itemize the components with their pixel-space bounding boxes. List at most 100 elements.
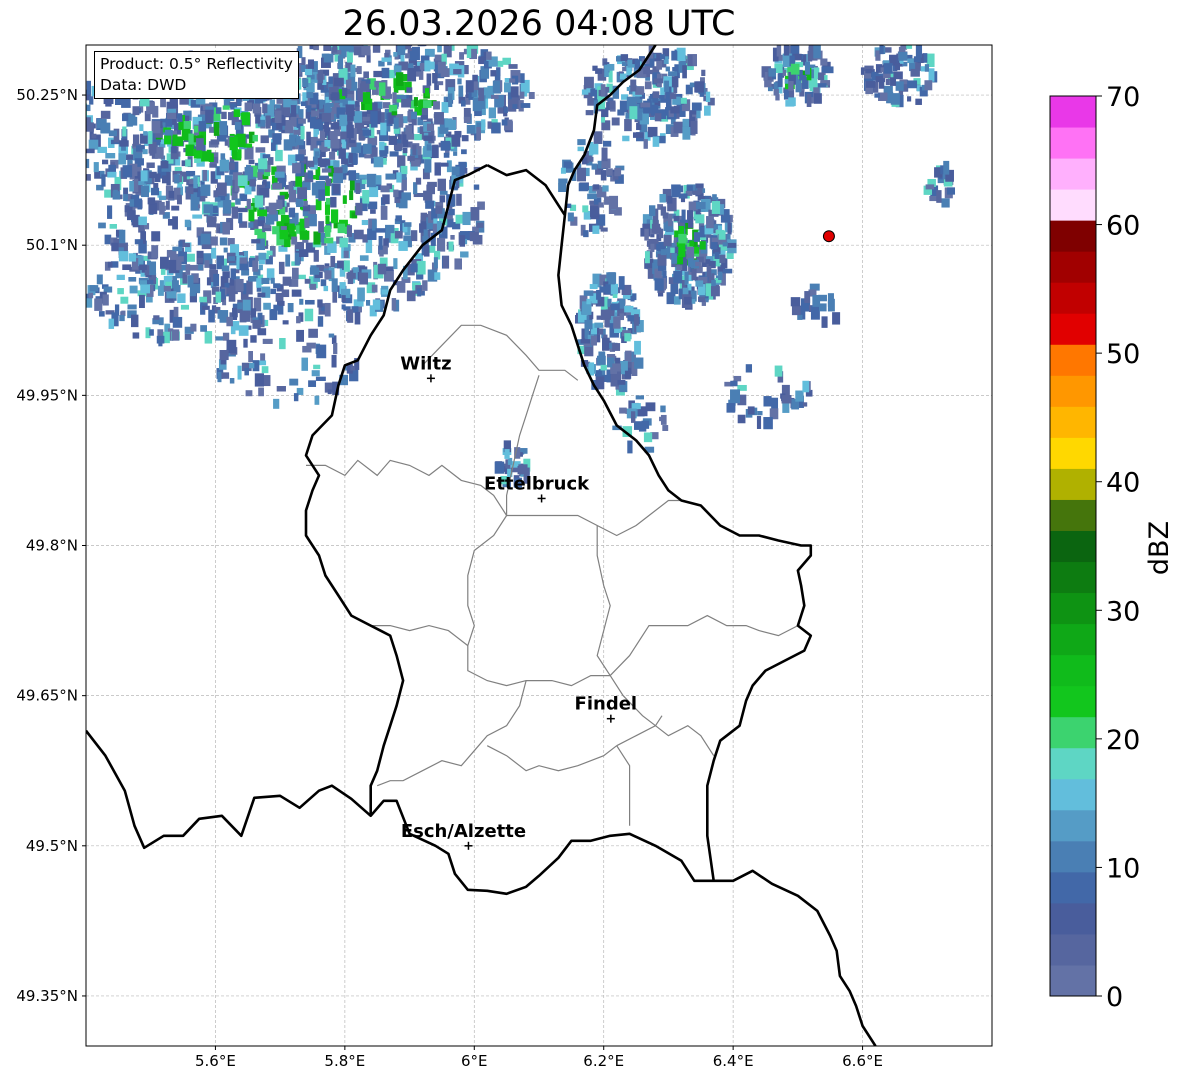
echo-cell xyxy=(296,329,305,342)
echo-cell xyxy=(268,202,277,215)
echo-cell xyxy=(248,159,255,165)
echo-cell xyxy=(299,230,310,240)
echo-cell xyxy=(345,104,355,117)
echo-cell xyxy=(119,140,129,147)
echo-cell xyxy=(101,174,106,187)
echo-cell xyxy=(810,306,820,320)
echo-cell xyxy=(222,222,230,235)
echo-cell xyxy=(235,278,244,292)
echo-cell xyxy=(248,222,254,228)
echo-cell xyxy=(883,85,893,93)
echo-cell xyxy=(128,277,137,282)
echo-cell xyxy=(246,280,253,295)
echo-cell xyxy=(422,280,428,291)
echo-cell xyxy=(695,280,704,287)
echo-cell xyxy=(503,107,508,113)
echo-cell xyxy=(318,221,324,233)
echo-cell xyxy=(114,304,120,316)
colorbar-segment xyxy=(1050,964,1096,997)
echo-cell xyxy=(120,296,129,304)
echo-cell xyxy=(330,255,336,268)
echo-cell xyxy=(333,77,344,87)
echo-cell xyxy=(61,122,67,133)
echo-cell xyxy=(226,316,233,327)
echo-cell xyxy=(357,88,363,102)
echo-cell xyxy=(285,254,291,267)
echo-cell xyxy=(380,122,387,136)
echo-cell xyxy=(332,290,338,303)
echo-cell xyxy=(502,57,511,65)
echo-cell xyxy=(311,110,320,117)
echo-cell xyxy=(151,231,161,242)
echo-cell xyxy=(306,342,316,349)
echo-cell xyxy=(704,105,711,116)
echo-cell xyxy=(309,267,320,275)
echo-cell xyxy=(333,167,343,175)
echo-cell xyxy=(774,365,783,377)
echo-cell xyxy=(782,403,790,413)
echo-cell xyxy=(219,121,228,136)
echo-cell xyxy=(414,134,422,141)
echo-cell xyxy=(254,373,265,387)
echo-cell xyxy=(292,267,299,280)
lon-tick-label: 5.8°E xyxy=(324,1052,365,1070)
echo-cell xyxy=(177,113,183,122)
echo-cell xyxy=(204,331,213,344)
echo-cell xyxy=(242,299,251,311)
echo-cell xyxy=(164,135,172,145)
echo-cell xyxy=(813,45,821,59)
echo-cell xyxy=(624,119,632,132)
echo-cell xyxy=(718,230,726,240)
colorbar-segment xyxy=(1050,375,1096,407)
echo-cell xyxy=(459,235,466,247)
echo-cell xyxy=(176,194,182,205)
echo-cell xyxy=(401,98,412,108)
echo-cell xyxy=(618,276,625,290)
echo-cell xyxy=(598,351,606,360)
echo-cell xyxy=(512,104,518,109)
echo-cell xyxy=(172,316,183,328)
echo-cell xyxy=(434,162,441,176)
echo-cell xyxy=(659,416,665,422)
echo-cell xyxy=(300,101,307,107)
echo-cell xyxy=(221,372,230,379)
echo-cell xyxy=(478,87,485,101)
echo-cell xyxy=(198,121,207,132)
echo-cell xyxy=(209,264,217,270)
echo-cell xyxy=(60,107,66,114)
echo-cell xyxy=(219,237,228,246)
data-source-label: Data: DWD xyxy=(100,76,187,94)
echo-cell xyxy=(924,80,933,91)
echo-cell xyxy=(802,402,808,407)
echo-cell xyxy=(93,162,99,173)
echo-cell xyxy=(577,167,587,182)
echo-cell xyxy=(441,142,451,150)
colorbar-tick-label: 60 xyxy=(1106,211,1140,242)
city-label: Wiltz xyxy=(400,353,451,374)
echo-cell xyxy=(777,73,783,87)
echo-cell xyxy=(437,81,444,86)
echo-cell xyxy=(200,184,211,196)
echo-cell xyxy=(406,87,413,93)
echo-cell xyxy=(424,88,430,97)
echo-cell xyxy=(306,105,312,113)
echo-cell xyxy=(100,122,111,134)
echo-cell xyxy=(406,290,416,302)
map-title: 26.03.2026 04:08 UTC xyxy=(342,4,736,44)
echo-cell xyxy=(385,173,396,180)
colorbar-segment xyxy=(1050,809,1096,842)
echo-cell xyxy=(667,214,673,227)
echo-cell xyxy=(361,219,369,226)
echo-cell xyxy=(604,318,610,328)
echo-cell xyxy=(763,396,772,407)
echo-cell xyxy=(435,205,443,214)
echo-cell xyxy=(261,366,269,374)
echo-cell xyxy=(706,216,714,229)
echo-cell xyxy=(600,227,608,232)
echo-cell xyxy=(251,239,261,244)
echo-cell xyxy=(237,149,242,159)
echo-cell xyxy=(600,364,607,371)
echo-cell xyxy=(733,375,742,382)
echo-cell xyxy=(129,285,138,294)
echo-cell xyxy=(451,134,461,147)
